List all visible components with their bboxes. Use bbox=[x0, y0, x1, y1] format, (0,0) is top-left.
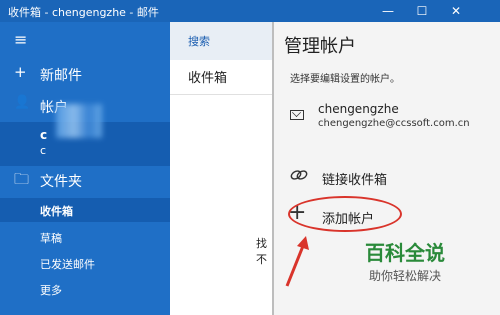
annotation-arrow bbox=[285, 236, 309, 287]
folder-icon: 🗀 bbox=[14, 170, 30, 188]
folder-drafts[interactable]: 草稿 bbox=[0, 228, 170, 248]
hamburger-icon: ≡ bbox=[14, 30, 28, 49]
folder-sent-label: 已发送邮件 bbox=[40, 258, 95, 271]
empty-state-text: 找不 bbox=[256, 237, 267, 266]
plus-icon: + bbox=[14, 63, 27, 81]
link-inboxes-label: 链接收件箱 bbox=[322, 173, 388, 188]
person-icon: 👤 bbox=[14, 95, 31, 110]
folder-drafts-label: 草稿 bbox=[40, 232, 62, 245]
folder-inbox[interactable]: 收件箱 bbox=[0, 198, 170, 222]
new-mail-button[interactable]: + 新邮件 bbox=[0, 62, 170, 86]
window-title: 收件箱 - chengengzhe - 邮件 bbox=[8, 6, 159, 19]
link-icon bbox=[290, 168, 308, 186]
highlight-ellipse bbox=[288, 196, 402, 232]
folder-heading: 收件箱 bbox=[188, 71, 228, 86]
watermark: 百科全说 助你轻松解决 bbox=[338, 237, 472, 287]
privacy-blur bbox=[56, 104, 102, 138]
folder-more[interactable]: 更多 bbox=[0, 280, 170, 300]
search-bar[interactable]: 搜索 bbox=[170, 22, 273, 60]
panel-title: 管理帐户 bbox=[284, 36, 356, 57]
account-name-blurred: c bbox=[40, 128, 48, 142]
hamburger-menu[interactable]: ≡ bbox=[0, 30, 170, 50]
maximize-button[interactable]: ☐ bbox=[406, 0, 438, 22]
mail-icon bbox=[290, 110, 304, 120]
title-bar: 收件箱 - chengengzhe - 邮件 — ☐ ✕ bbox=[0, 0, 500, 22]
folder-inbox-label: 收件箱 bbox=[40, 205, 73, 218]
account-name: chengengzhe bbox=[318, 102, 399, 116]
account-mail-blurred: c bbox=[40, 144, 47, 157]
search-input[interactable]: 搜索 bbox=[188, 33, 210, 49]
watermark-title: 百科全说 bbox=[365, 241, 445, 265]
minimize-button[interactable]: — bbox=[372, 0, 404, 22]
sidebar: ≡ + 新邮件 👤 帐户 c c 🗀 文件夹 收件箱 草稿 已发送邮件 更多 bbox=[0, 22, 170, 315]
folder-more-label: 更多 bbox=[40, 284, 62, 297]
new-mail-label: 新邮件 bbox=[40, 68, 82, 84]
close-button[interactable]: ✕ bbox=[440, 0, 472, 22]
folders-button[interactable]: 🗀 文件夹 bbox=[0, 168, 170, 192]
watermark-subtitle: 助你轻松解决 bbox=[368, 269, 441, 283]
folder-sent[interactable]: 已发送邮件 bbox=[0, 254, 170, 274]
account-email: chengengzhe@ccssoft.com.cn bbox=[318, 118, 470, 129]
message-list: 搜索 收件箱 找不 bbox=[170, 22, 273, 315]
divider bbox=[170, 94, 273, 95]
panel-subtitle: 选择要编辑设置的帐户。 bbox=[290, 74, 400, 85]
folders-label: 文件夹 bbox=[40, 174, 82, 190]
